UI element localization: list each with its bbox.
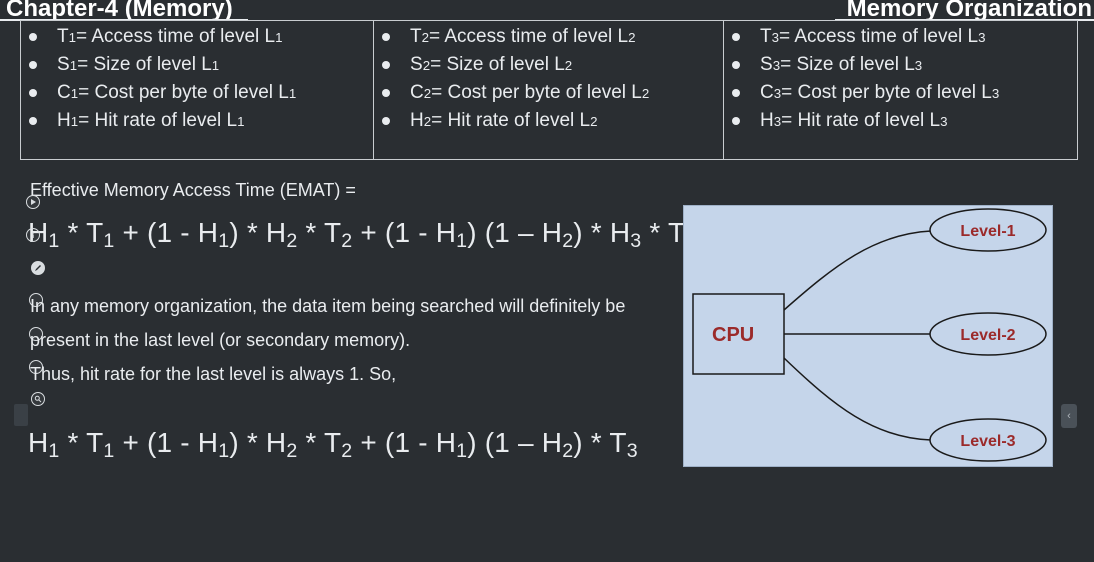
bullet-icon (382, 33, 390, 41)
bullet-icon (732, 33, 740, 41)
level-3-label: Level-3 (960, 433, 1015, 450)
paragraph-line-2: present in the last level (or secondary … (30, 330, 411, 350)
level-subscript: 1 (237, 113, 245, 129)
bullet-icon (732, 89, 740, 97)
symbol-subscript: 3 (773, 113, 782, 129)
definition-text: = Size of level L (780, 54, 915, 75)
pencil-circle-icon[interactable] (31, 261, 45, 275)
definition-text: = Cost per byte of level L (431, 82, 642, 103)
connector-level-3 (783, 357, 932, 441)
bullet-icon (382, 61, 390, 69)
definition-text: = Access time of level L (429, 26, 629, 47)
symbol-subscript: 1 (68, 29, 77, 45)
symbol: S (410, 54, 423, 75)
symbol-subscript: 3 (772, 57, 781, 73)
definition-item: H2 = Hit rate of level L2 (374, 107, 723, 135)
bullet-icon (382, 117, 390, 125)
level-subscript: 2 (628, 29, 636, 45)
symbol: T (760, 26, 772, 47)
emat-formula-simplified: H1 * T1 + (1 - H1) * H2 * T2 + (1 - H1) … (28, 427, 638, 462)
definition-item: S3 = Size of level L3 (724, 51, 1077, 79)
symbol: C (410, 82, 424, 103)
definition-text: = Size of level L (77, 54, 212, 75)
level-subscript: 3 (978, 29, 986, 45)
bullet-icon (732, 117, 740, 125)
definition-item: T3 = Access time of level L3 (724, 23, 1077, 51)
symbol-subscript: 1 (70, 85, 79, 101)
level-subscript: 1 (211, 57, 220, 73)
symbol: H (760, 110, 774, 131)
definition-text: = Cost per byte of level L (781, 82, 992, 103)
definition-text: = Cost per byte of level L (78, 82, 289, 103)
definition-text: = Access time of level L (779, 26, 979, 47)
definitions-column-level-1: T1 = Access time of level L1 S1 = Size o… (21, 21, 374, 159)
symbol-subscript: 2 (423, 85, 432, 101)
definition-item: C2 = Cost per byte of level L2 (374, 79, 723, 107)
level-subscript: 3 (991, 85, 1000, 101)
symbol: C (760, 82, 774, 103)
symbol: S (760, 54, 773, 75)
symbol: T (57, 26, 69, 47)
definition-text: = Hit rate of level L (78, 110, 238, 131)
connector-level-1 (783, 230, 932, 311)
definition-item: C3 = Cost per byte of level L3 (724, 79, 1077, 107)
definition-item: S2 = Size of level L2 (374, 51, 723, 79)
level-subscript: 3 (940, 113, 948, 129)
emat-formula-three-level: H1 * T1 + (1 - H1) * H2 * T2 + (1 - H1) … (28, 217, 696, 252)
symbol-subscript: 2 (421, 29, 430, 45)
symbol: S (57, 54, 70, 75)
memory-level-diagram: CPU Level-1 Level-2 Level-3 (683, 205, 1053, 467)
definition-item: T2 = Access time of level L2 (374, 23, 723, 51)
symbol: T (410, 26, 422, 47)
emat-label: Effective Memory Access Time (EMAT) = (30, 180, 356, 200)
symbol-subscript: 2 (423, 113, 432, 129)
symbol-subscript: 3 (773, 85, 782, 101)
level-subscript: 1 (275, 29, 283, 45)
definitions-column-level-3: T3 = Access time of level L3 S3 = Size o… (724, 21, 1077, 159)
slide: Chapter-4 (Memory) Memory Organization T… (0, 0, 1094, 562)
definition-item: S1 = Size of level L1 (21, 51, 373, 79)
bullet-icon (29, 61, 37, 69)
level-1-label: Level-1 (960, 223, 1015, 240)
symbol-subscript: 2 (422, 57, 431, 73)
bullet-icon (29, 33, 37, 41)
definition-text: = Access time of level L (76, 26, 276, 47)
bullet-icon (29, 117, 37, 125)
symbol: H (410, 110, 424, 131)
paragraph-line-1: In any memory organization, the data ite… (30, 296, 626, 316)
bullet-icon (732, 61, 740, 69)
symbol-subscript: 1 (70, 113, 79, 129)
bullet-icon (29, 89, 37, 97)
symbol: C (57, 82, 71, 103)
definition-item: H1 = Hit rate of level L1 (21, 107, 373, 135)
definition-text: = Hit rate of level L (431, 110, 591, 131)
cpu-label: CPU (712, 324, 754, 346)
paragraph-line-3: Thus, hit rate for the last level is alw… (30, 364, 397, 384)
symbol-subscript: 1 (69, 57, 78, 73)
definitions-table: T1 = Access time of level L1 S1 = Size o… (20, 20, 1078, 160)
level-subscript: 2 (641, 85, 650, 101)
symbol: H (57, 110, 71, 131)
bullet-icon (382, 89, 390, 97)
level-subscript: 3 (914, 57, 923, 73)
chevron-left-icon[interactable]: ‹ (1061, 404, 1077, 428)
symbol-subscript: 3 (771, 29, 780, 45)
zoom-circle-icon[interactable] (31, 392, 45, 406)
level-subscript: 1 (288, 85, 297, 101)
definition-text: = Hit rate of level L (781, 110, 941, 131)
info-circle-icon[interactable] (26, 228, 40, 242)
level-subscript: 2 (564, 57, 573, 73)
slide-nav-left-tab[interactable] (14, 404, 28, 426)
definitions-column-level-2: T2 = Access time of level L2 S2 = Size o… (374, 21, 724, 159)
definition-text: = Size of level L (430, 54, 565, 75)
definition-item: H3 = Hit rate of level L3 (724, 107, 1077, 135)
diagram-svg: CPU Level-1 Level-2 Level-3 (692, 208, 1047, 462)
play-circle-icon[interactable] (26, 195, 40, 209)
definition-item: T1 = Access time of level L1 (21, 23, 373, 51)
definition-item: C1 = Cost per byte of level L1 (21, 79, 373, 107)
level-2-label: Level-2 (960, 327, 1015, 344)
level-subscript: 2 (590, 113, 598, 129)
